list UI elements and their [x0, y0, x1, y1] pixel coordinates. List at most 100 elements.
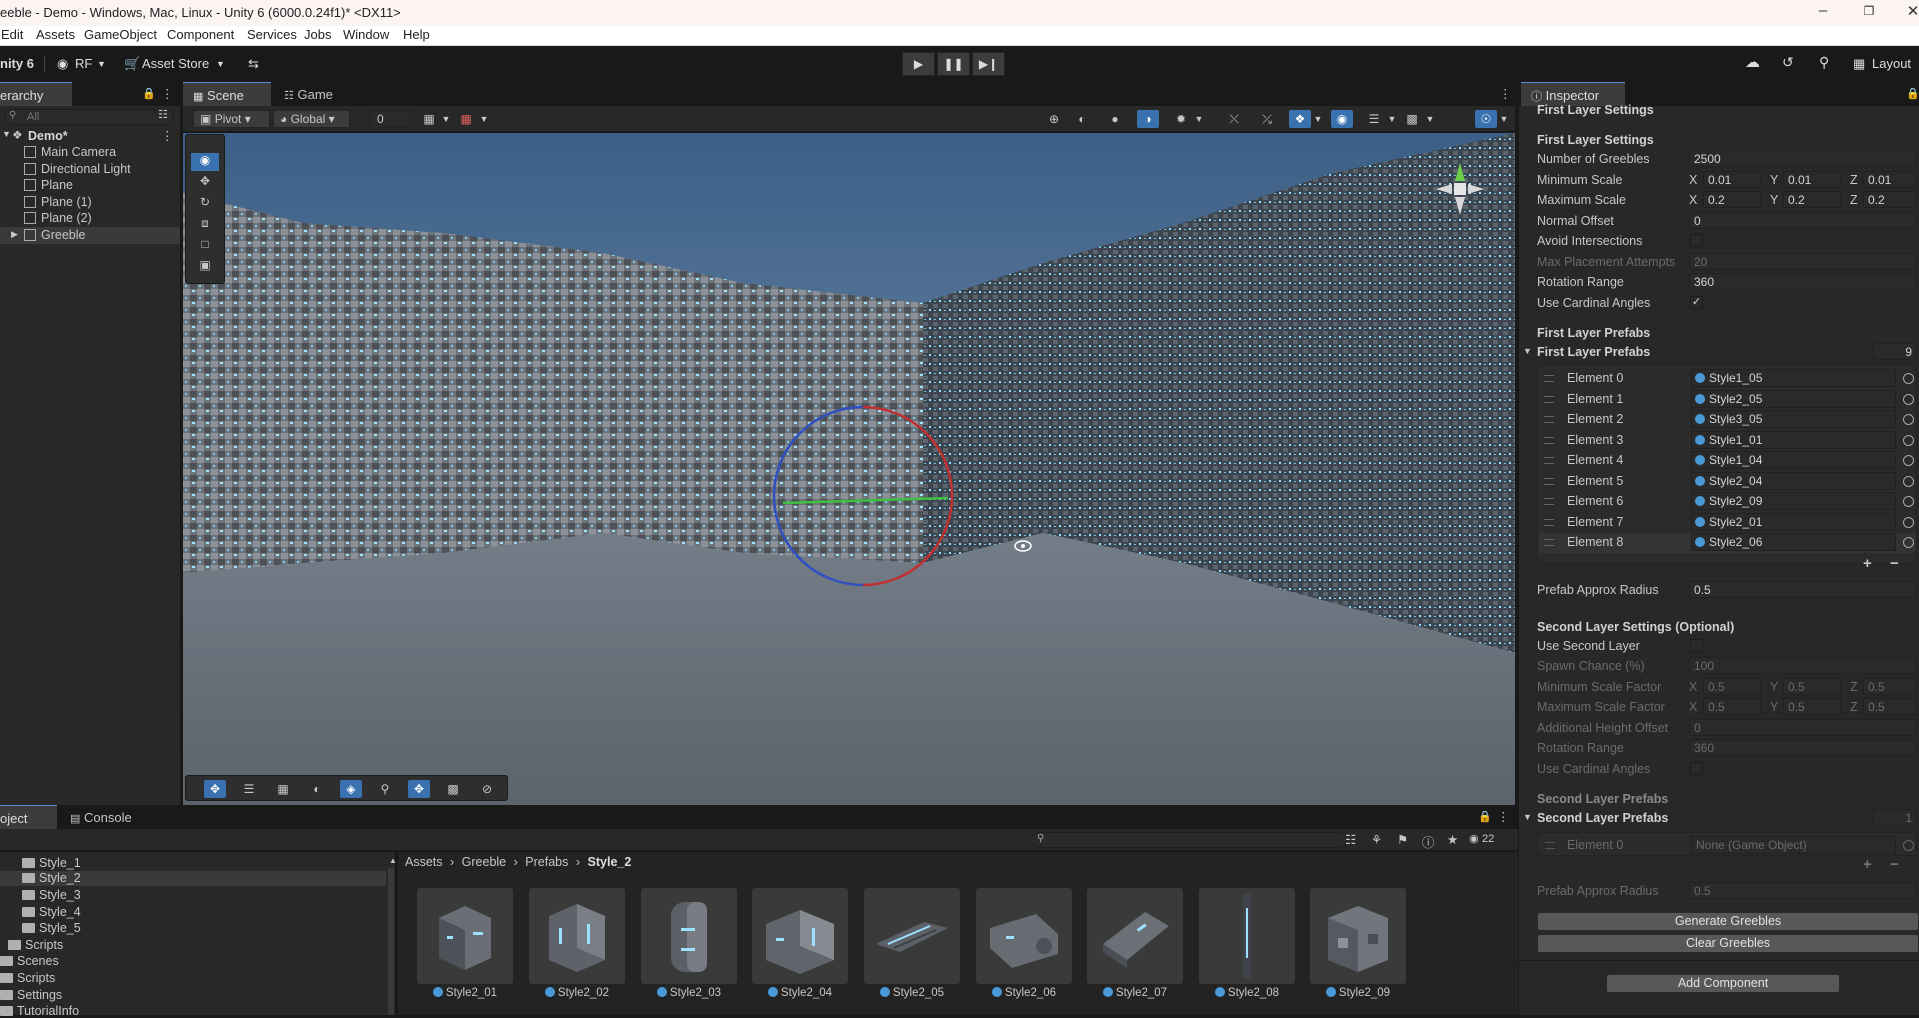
object-picker-icon[interactable] [1903, 394, 1914, 405]
menu-assets[interactable]: Assets [36, 27, 75, 42]
min-scale-factor-y-field[interactable]: 0.5 [1783, 678, 1841, 695]
view-tool-icon[interactable]: ◉ [191, 153, 219, 171]
breadcrumb-assets[interactable]: Assets [405, 855, 443, 869]
first-layer-prefabs-count[interactable]: 9 [1873, 343, 1917, 360]
asset-thumbnail[interactable] [1087, 888, 1183, 984]
folder-item[interactable]: Scripts [0, 971, 55, 985]
chevron-down-icon[interactable]: ▼ [1381, 110, 1403, 128]
asset-thumbnail[interactable] [976, 888, 1072, 984]
element-6-field[interactable]: Style2_09 [1691, 492, 1896, 510]
global-dropdown[interactable]: ◕ Global ▾ [273, 110, 350, 128]
second-rotation-range-field[interactable]: 360 [1689, 739, 1917, 756]
object-picker-icon[interactable] [1903, 414, 1914, 425]
drag-handle-icon[interactable] [1544, 396, 1554, 403]
add-component-button[interactable]: Add Component [1606, 974, 1840, 993]
remove-element-button[interactable]: − [1890, 856, 1899, 873]
menu-component[interactable]: Component [167, 27, 234, 42]
object-picker-icon[interactable] [1903, 517, 1914, 528]
element-1-field[interactable]: Style2_05 [1691, 390, 1896, 408]
prefab-approx-radius-field[interactable]: 0.5 [1689, 581, 1917, 598]
element-4-field[interactable]: Style1_04 [1691, 451, 1896, 469]
element-3-field[interactable]: Style1_01 [1691, 431, 1896, 449]
scroll-up-icon[interactable]: ▲ [389, 856, 397, 865]
min-scale-z-field[interactable]: 0.01 [1863, 171, 1917, 188]
tab-game[interactable]: ☷ Game [274, 82, 343, 106]
pause-button[interactable]: ❚❚ [937, 52, 970, 76]
snap-increment-input[interactable]: 0 [370, 110, 410, 128]
spawn-chance-field[interactable]: 100 [1689, 657, 1917, 674]
cloud-icon[interactable]: ☁ [1745, 53, 1760, 71]
folder-item[interactable]: Style_1 [22, 856, 81, 870]
warning-icon[interactable]: ⓘ [1422, 832, 1435, 851]
max-scale-factor-z-field[interactable]: 0.5 [1863, 698, 1917, 715]
lock-icon[interactable]: 🔒 [1906, 87, 1919, 100]
menu-dots-icon[interactable]: ⋮ [1497, 809, 1510, 824]
tab-hierarchy[interactable]: erarchy [0, 82, 72, 106]
move-tool-icon[interactable]: ✥ [191, 174, 219, 192]
max-scale-y-field[interactable]: 0.2 [1783, 191, 1841, 208]
breadcrumb-greeble[interactable]: Greeble [462, 855, 506, 869]
normal-offset-field[interactable]: 0 [1689, 212, 1917, 229]
tab-project[interactable]: oject [0, 805, 57, 829]
menu-edit[interactable]: Edit [1, 27, 23, 42]
shaded-wireframe-icon[interactable]: ◐ [1071, 110, 1093, 128]
drag-handle-icon[interactable] [1544, 498, 1554, 505]
expand-arrow-icon[interactable]: ▼ [1523, 346, 1532, 356]
history-icon[interactable]: ↺ [1782, 54, 1794, 71]
asset-thumbnail[interactable] [1310, 888, 1406, 984]
second-prefab-approx-radius-field[interactable]: 0.5 [1689, 882, 1917, 899]
lock-icon[interactable]: 🔒 [1478, 810, 1492, 823]
second-layer-prefabs-list-header[interactable]: ▼ Second Layer Prefabs 1 [1523, 808, 1917, 828]
align-icon[interactable]: ☰ [238, 780, 260, 798]
asset-thumbnail[interactable] [752, 888, 848, 984]
folder-item[interactable]: Style_5 [22, 921, 81, 935]
asset-thumbnail[interactable] [529, 888, 625, 984]
tag-icon[interactable]: ⚑ [1397, 832, 1408, 847]
hierarchy-search-input[interactable]: ⚲ All [4, 109, 174, 125]
menu-dots-icon[interactable]: ⋮ [161, 86, 174, 101]
menu-window[interactable]: Window [343, 27, 389, 42]
object-picker-icon[interactable] [1903, 496, 1914, 507]
hierarchy-item[interactable]: Plane [24, 178, 73, 192]
audio-off-icon[interactable]: ⤬ [1223, 110, 1245, 128]
menu-jobs[interactable]: Jobs [304, 27, 331, 42]
draw-mode-icon[interactable]: ⊕ [1043, 110, 1065, 128]
expand-arrow-icon[interactable]: ▼ [1523, 812, 1532, 822]
step-button[interactable]: ▶❙ [972, 52, 1005, 76]
camera-icon[interactable]: ▩ [442, 780, 464, 798]
asset-store-icon[interactable]: 🛒 [124, 56, 140, 72]
create-icon[interactable]: ☷ [158, 108, 168, 121]
max-scale-x-field[interactable]: 0.2 [1703, 191, 1761, 208]
eye-icon[interactable]: ◉ [1331, 110, 1353, 128]
shaded-icon[interactable]: ● [1104, 110, 1126, 128]
hierarchy-item[interactable]: Plane (2) [24, 211, 92, 225]
minimize-icon[interactable]: – [1808, 2, 1838, 19]
additional-height-offset-field[interactable]: 0 [1689, 719, 1917, 736]
hierarchy-item[interactable]: Main Camera [24, 145, 116, 159]
lock-icon[interactable]: 🔒 [142, 87, 156, 100]
generate-greebles-button[interactable]: Generate Greebles [1537, 912, 1919, 931]
add-element-button[interactable]: + [1863, 555, 1872, 572]
filter-type-icon[interactable]: ☷ [1345, 832, 1356, 847]
min-scale-y-field[interactable]: 0.01 [1783, 171, 1841, 188]
second-element-0-field[interactable]: None (Game Object) [1691, 836, 1896, 854]
rotate-tool-icon[interactable]: ↻ [191, 195, 219, 213]
folder-item[interactable]: Style_3 [22, 888, 81, 902]
snap-icon[interactable]: ✥ [408, 780, 430, 798]
tab-scene[interactable]: ▦ Scene [183, 82, 271, 106]
drag-handle-icon[interactable] [1544, 375, 1554, 382]
element-5-field[interactable]: Style2_04 [1691, 472, 1896, 490]
move-icon[interactable]: ✥ [204, 780, 226, 798]
scene-viewport[interactable]: ◉ ✥ ↻ ⧈ □ ▣ ✥ ☰ ▦ ◐ ◈ ⚲ ✥ ▩ ⊘ [183, 133, 1515, 805]
hierarchy-item-selected[interactable]: ▶ Greeble [0, 227, 180, 244]
drag-handle-icon[interactable] [1544, 478, 1554, 485]
hierarchy-item[interactable]: Directional Light [24, 162, 131, 176]
effects-icon[interactable]: ⤰ [1256, 110, 1278, 128]
drag-handle-icon[interactable] [1544, 416, 1554, 423]
chevron-down-icon[interactable]: ▼ [435, 110, 457, 128]
drag-handle-icon[interactable] [1544, 437, 1554, 444]
scene-row[interactable]: ▼ ❖ Demo* ⋮ [0, 128, 180, 144]
favorite-icon[interactable]: ★ [1447, 832, 1458, 847]
chevron-down-icon[interactable]: ▼ [1493, 110, 1515, 128]
contrast-icon[interactable]: ◐ [306, 780, 328, 798]
